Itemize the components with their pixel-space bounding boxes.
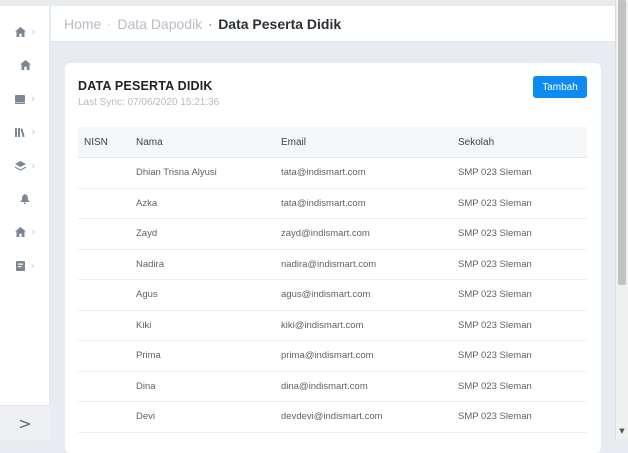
last-sync-text: Last Sync: 07/06/2020 15:21:36	[78, 97, 220, 108]
cell-email: devdevi@indismart.com	[275, 401, 452, 433]
cell-nama: Dina	[130, 371, 275, 402]
cell-sekolah: SMP 023 Sleman	[452, 310, 587, 341]
cell-nama: Zayd	[130, 218, 275, 250]
sidebar-collapse-toggle[interactable]: >	[0, 405, 50, 440]
cell-nisn	[78, 279, 130, 311]
cell-nisn	[78, 310, 130, 341]
cell-email: tata@indismart.com	[275, 188, 452, 219]
cell-email: agus@indismart.com	[275, 279, 452, 311]
cell-email: nadira@indismart.com	[275, 249, 452, 280]
chevron-right-icon: ›	[31, 26, 36, 38]
cell-email: zayd@indismart.com	[275, 218, 452, 250]
sidebar-item-reports[interactable]: ›	[0, 254, 50, 278]
scrollbar-thumb[interactable]	[618, 0, 626, 285]
sidebar-item-dashboard[interactable]	[0, 53, 50, 77]
bell-icon	[20, 194, 30, 204]
home-icon	[14, 27, 26, 37]
page-title: DATA PESERTA DIDIK	[78, 79, 213, 93]
cell-email: prima@indismart.com	[275, 340, 452, 372]
table-row[interactable]: Kiki kiki@indismart.com SMP 023 Sleman	[78, 310, 587, 341]
table-row[interactable]: Prima prima@indismart.com SMP 023 Sleman	[78, 340, 587, 372]
sidebar-item-layers[interactable]: ›	[0, 154, 50, 178]
cell-sekolah: SMP 023 Sleman	[452, 401, 587, 433]
cell-sekolah: SMP 023 Sleman	[452, 249, 587, 280]
breadcrumb-home-link[interactable]: Home	[64, 16, 101, 32]
table-row[interactable]: Agus agus@indismart.com SMP 023 Sleman	[78, 279, 587, 311]
breadcrumb-data-dapodik-link[interactable]: Data Dapodik	[117, 16, 202, 32]
cell-sekolah: SMP 023 Sleman	[452, 188, 587, 219]
cell-nisn	[78, 218, 130, 250]
column-header-email[interactable]: Email	[275, 127, 452, 158]
cell-email: tata@indismart.com	[275, 157, 452, 189]
cell-nama: Azka	[130, 188, 275, 219]
cell-sekolah: SMP 023 Sleman	[452, 340, 587, 372]
cell-nisn	[78, 371, 130, 402]
students-card: DATA PESERTA DIDIK Last Sync: 07/06/2020…	[65, 63, 601, 453]
sidebar: › › › › › › >	[0, 0, 50, 440]
table-header-row: NISN Nama Email Sekolah	[78, 127, 587, 158]
page-scrollbar[interactable]: ▼	[615, 0, 628, 439]
column-header-nama[interactable]: Nama	[130, 127, 275, 158]
cell-sekolah: SMP 023 Sleman	[452, 371, 587, 402]
cell-nama: Devi	[130, 401, 275, 433]
chevron-right-icon: ›	[31, 126, 36, 138]
table-row[interactable]: Devi devdevi@indismart.com SMP 023 Slema…	[78, 401, 587, 433]
sidebar-top-strip	[0, 0, 50, 6]
add-button[interactable]: Tambah	[533, 76, 587, 98]
table-row[interactable]: Nadira nadira@indismart.com SMP 023 Slem…	[78, 249, 587, 280]
cell-nisn	[78, 188, 130, 219]
cell-sekolah: SMP 023 Sleman	[452, 279, 587, 311]
scroll-down-arrow-icon[interactable]: ▼	[616, 424, 628, 439]
cell-nisn	[78, 401, 130, 433]
header-top-strip	[51, 0, 615, 6]
cell-nama: Kiki	[130, 310, 275, 341]
home-icon	[14, 227, 26, 237]
table-row[interactable]: Dhian Trisna Alyusi tata@indismart.com S…	[78, 157, 587, 189]
cell-email: kiki@indismart.com	[275, 310, 452, 341]
cell-nama: Dhian Trisna Alyusi	[130, 157, 275, 189]
students-table: NISN Nama Email Sekolah Dhian Trisna Aly…	[78, 127, 587, 433]
file-icon	[15, 261, 25, 271]
breadcrumb-current: Data Peserta Didik	[218, 15, 342, 32]
layers-icon	[14, 161, 26, 171]
cell-sekolah: SMP 023 Sleman	[452, 218, 587, 250]
breadcrumb: Home · Data Dapodik · Data Peserta Didik	[64, 16, 341, 32]
chevron-right-icon: ›	[31, 93, 35, 105]
sidebar-item-books[interactable]: ›	[0, 87, 50, 111]
chevron-right-icon: ›	[31, 160, 36, 172]
cell-sekolah: SMP 023 Sleman	[452, 157, 587, 189]
book-icon	[15, 94, 25, 104]
chevron-right-icon: ›	[30, 260, 35, 272]
cell-nisn	[78, 249, 130, 280]
chevron-right-icon: ›	[31, 226, 36, 238]
cell-nama: Nadira	[130, 249, 275, 280]
cell-nama: Agus	[130, 279, 275, 311]
column-header-sekolah[interactable]: Sekolah	[452, 127, 587, 158]
home-icon	[19, 60, 31, 70]
sidebar-item-notifications[interactable]	[0, 187, 50, 211]
table-row[interactable]: Azka tata@indismart.com SMP 023 Sleman	[78, 188, 587, 219]
sidebar-item-home[interactable]: ›	[0, 20, 50, 44]
breadcrumb-separator: ·	[107, 16, 112, 31]
cell-nisn	[78, 340, 130, 372]
breadcrumb-separator: ·	[208, 16, 213, 31]
page-header: Home · Data Dapodik · Data Peserta Didik	[51, 0, 615, 42]
cell-nisn	[78, 157, 130, 189]
cell-nama: Prima	[130, 340, 275, 372]
column-header-nisn[interactable]: NISN	[78, 127, 130, 158]
sidebar-item-school[interactable]: ›	[0, 220, 50, 244]
table-row[interactable]: Dina dina@indismart.com SMP 023 Sleman	[78, 371, 587, 402]
table-row[interactable]: Zayd zayd@indismart.com SMP 023 Sleman	[78, 218, 587, 250]
cell-email: dina@indismart.com	[275, 371, 452, 402]
library-icon	[14, 127, 26, 137]
sidebar-item-library[interactable]: ›	[0, 120, 50, 144]
